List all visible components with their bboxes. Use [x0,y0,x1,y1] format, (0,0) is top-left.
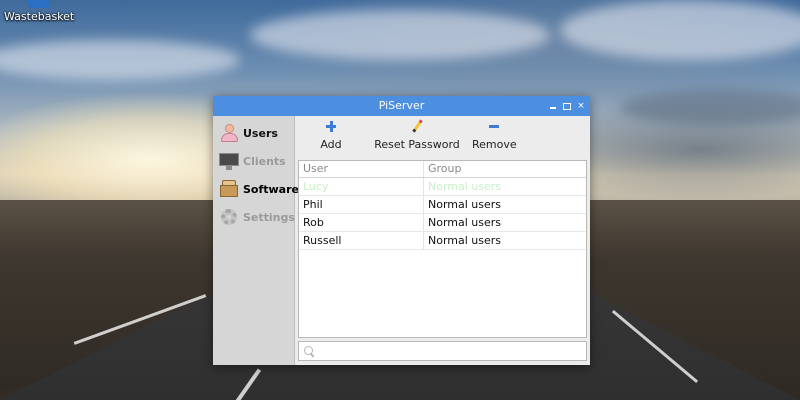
add-button[interactable]: Add [316,120,346,154]
sidebar-item-clients[interactable]: Clients [219,149,295,173]
monitor-icon [219,151,239,171]
package-icon [219,179,239,199]
plus-icon [326,120,336,136]
table-row[interactable]: Lucy Normal users [299,178,586,196]
maximize-button[interactable] [562,101,572,111]
reset-password-button[interactable]: Reset Password [368,120,466,154]
cell-user: Russell [299,232,424,249]
window-controls: × [548,96,586,116]
add-button-label: Add [320,138,342,151]
cell-group: Normal users [428,234,502,247]
table-row[interactable]: Rob Normal users [299,214,586,232]
sidebar-item-label: Clients [243,154,286,168]
window-title: PiServer [378,99,425,112]
column-header-user[interactable]: User [299,161,424,177]
toolbar: Add Reset Password Remove [296,116,590,158]
pencil-icon [410,120,424,136]
search-bar [298,341,587,361]
gear-icon [219,207,239,227]
desktop-icon-label: Wastebasket [4,10,75,23]
window-body: Users Clients Software Settings Add Rese… [213,116,590,365]
cell-user: Lucy [299,178,424,195]
desktop-icon-wastebasket[interactable]: Wastebasket [4,0,74,23]
table-header: User Group [299,161,586,178]
sidebar-item-users[interactable]: Users [219,121,295,145]
cell-group: Normal users [428,198,502,211]
remove-button[interactable]: Remove [472,120,517,154]
table-row[interactable]: Russell Normal users [299,232,586,250]
sidebar-item-software[interactable]: Software [219,177,299,201]
sidebar-item-settings[interactable]: Settings [219,205,295,229]
minus-icon [489,120,499,136]
sidebar-item-label: Software [243,182,299,196]
users-panel: Add Reset Password Remove User Group Luc… [296,116,590,365]
column-header-group[interactable]: Group [424,161,586,177]
cell-group: Normal users [428,180,502,193]
cloud [250,10,550,60]
piserver-window: PiServer × Users Clients Software Settin… [213,96,590,365]
cell-user: Phil [299,196,424,213]
close-button[interactable]: × [576,101,586,111]
trash-icon [28,0,50,8]
search-icon [304,345,315,357]
users-icon [219,123,239,143]
sidebar-item-label: Users [243,126,278,140]
window-titlebar[interactable]: PiServer × [213,96,590,116]
reset-password-button-label: Reset Password [374,138,460,151]
minimize-button[interactable] [548,101,558,111]
sidebar-item-label: Settings [243,210,295,224]
search-input[interactable] [319,343,586,359]
users-table[interactable]: User Group Lucy Normal users Phil Normal… [298,160,587,338]
cell-group: Normal users [428,216,502,229]
remove-button-label: Remove [472,138,517,151]
cell-user: Rob [299,214,424,231]
table-row[interactable]: Phil Normal users [299,196,586,214]
sidebar: Users Clients Software Settings [213,116,299,365]
